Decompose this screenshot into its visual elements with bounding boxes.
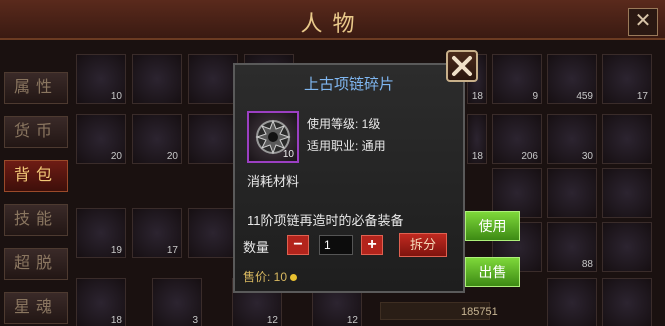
popup-close-button[interactable] <box>446 50 478 82</box>
use-button[interactable]: 使用 <box>465 211 520 241</box>
slot-count: 30 <box>581 151 593 162</box>
item-detail-popup: 上古项链碎片 10 使用等级: 1级 适用职业: 通用 消耗材料 11阶项链再造… <box>233 63 465 293</box>
slot-count: 20 <box>110 151 122 162</box>
window-close-icon[interactable]: ✕ <box>628 8 658 36</box>
split-button[interactable]: 拆分 <box>399 233 447 257</box>
inventory-slot[interactable] <box>132 54 182 104</box>
tab-transcend[interactable]: 超脱 <box>4 248 68 280</box>
tab-currency[interactable]: 货币 <box>4 116 68 148</box>
slot-count: 88 <box>581 259 593 270</box>
sell-price-text: 售价: 10 <box>243 270 288 284</box>
quantity-label: 数量 <box>243 240 270 255</box>
slot-count: 12 <box>346 315 358 326</box>
quantity-input[interactable]: 1 <box>319 235 353 255</box>
inventory-slot[interactable] <box>188 208 238 258</box>
item-description: 11阶项链再造时的必备装备 <box>247 213 404 228</box>
slot-count: 17 <box>636 91 648 102</box>
sell-button[interactable]: 出售 <box>465 257 520 287</box>
inventory-slot[interactable]: 10 <box>76 54 126 104</box>
close-icon <box>452 56 472 76</box>
inventory-slot[interactable]: 459 <box>547 54 597 104</box>
inventory-slot[interactable]: 18 <box>76 278 126 326</box>
slot-count: 19 <box>110 245 122 256</box>
use-level: 使用等级: 1级 <box>307 117 381 131</box>
item-icon-frame: 10 <box>247 111 299 163</box>
coin-balance: 185751 <box>380 302 498 320</box>
inventory-slot[interactable]: 17 <box>602 54 652 104</box>
slot-count: 206 <box>521 151 538 162</box>
slot-count: 9 <box>532 91 538 102</box>
inventory-slot[interactable]: 19 <box>76 208 126 258</box>
tab-star-soul[interactable]: 星魂 <box>4 292 68 324</box>
inventory-slot[interactable]: 206 <box>492 114 542 164</box>
slot-count: 3 <box>192 315 198 326</box>
side-tabs: 属性 货币 背包 技能 超脱 星魂 <box>4 72 68 326</box>
inventory-slot[interactable]: 3 <box>152 278 202 326</box>
tab-skills[interactable]: 技能 <box>4 204 68 236</box>
sell-price: 售价: 10 <box>243 268 298 285</box>
slot-count: 20 <box>166 151 178 162</box>
coin-icon <box>290 274 298 282</box>
inventory-slot[interactable] <box>602 114 652 164</box>
inventory-slot[interactable] <box>602 222 652 272</box>
quantity-increase-button[interactable]: + <box>361 235 383 255</box>
inventory-slot[interactable] <box>602 278 652 326</box>
window-titlebar: 人物 ✕ <box>0 0 665 40</box>
inventory-slot[interactable] <box>188 114 238 164</box>
tab-backpack[interactable]: 背包 <box>4 160 68 192</box>
item-count: 10 <box>282 149 294 160</box>
inventory-slot[interactable]: 9 <box>492 54 542 104</box>
slot-count: 18 <box>471 91 483 102</box>
inventory-slot[interactable] <box>602 168 652 218</box>
inventory-screen: 人物 ✕ 属性 货币 背包 技能 超脱 星魂 10 19 9 459 17 18… <box>0 0 665 326</box>
inventory-slot[interactable]: 30 <box>547 114 597 164</box>
slot-count: 10 <box>110 91 122 102</box>
inventory-slot[interactable]: 18 <box>467 114 487 164</box>
slot-count: 18 <box>471 151 483 162</box>
tab-attributes[interactable]: 属性 <box>4 72 68 104</box>
slot-count: 459 <box>576 91 593 102</box>
slot-count: 12 <box>266 315 278 326</box>
inventory-slot[interactable]: 88 <box>547 222 597 272</box>
slot-count: 18 <box>110 315 122 326</box>
inventory-slot[interactable]: 17 <box>132 208 182 258</box>
slot-count: 17 <box>166 245 178 256</box>
applicable-class: 适用职业: 通用 <box>307 139 386 153</box>
window-title: 人物 <box>300 12 365 37</box>
inventory-slot[interactable]: 20 <box>132 114 182 164</box>
quantity-decrease-button[interactable]: − <box>287 235 309 255</box>
inventory-slot[interactable]: 20 <box>76 114 126 164</box>
inventory-slot[interactable] <box>547 278 597 326</box>
inventory-slot[interactable] <box>188 54 238 104</box>
item-category: 消耗材料 <box>247 174 300 189</box>
item-name: 上古项链碎片 <box>303 76 394 93</box>
inventory-slot[interactable] <box>547 168 597 218</box>
